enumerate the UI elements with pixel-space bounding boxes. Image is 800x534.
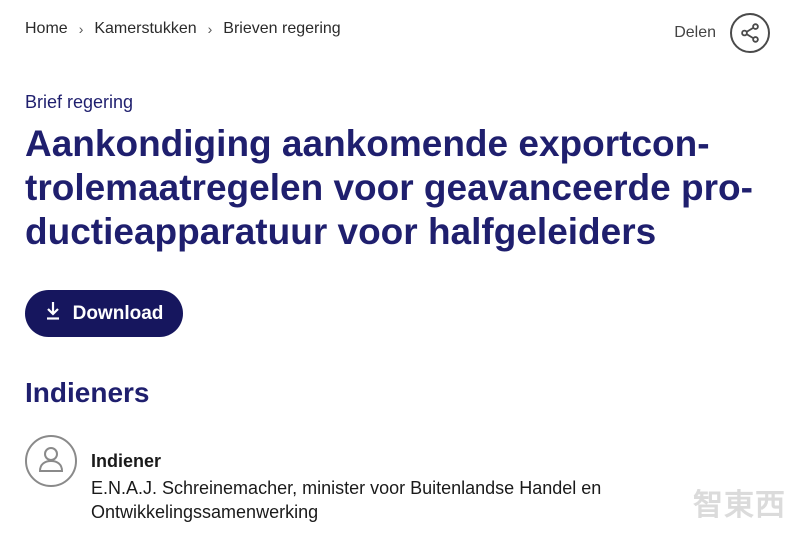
document-type-label: Brief regering — [25, 92, 134, 112]
share-label: Delen — [674, 24, 716, 41]
breadcrumb-separator: › — [78, 21, 84, 37]
breadcrumb: Home › Kamerstukken › Brieven regering — [25, 20, 341, 38]
page-title: Aankondiging aankomende exportcon- trole… — [25, 122, 785, 254]
section-heading-indieners: Indieners — [25, 377, 150, 408]
watermark-logo: 智東西 — [693, 489, 786, 522]
user-icon — [38, 445, 64, 478]
download-icon — [45, 301, 61, 327]
indiener-name-line: Ontwikkelingssamenwerking — [91, 502, 319, 522]
avatar — [25, 435, 77, 487]
indiener-name: E.N.A.J. Schreinemacher, minister voor B… — [91, 476, 691, 524]
page-title-line: ductieapparatuur voor halfgeleiders — [25, 211, 657, 252]
share-button[interactable]: Delen — [674, 13, 770, 53]
download-label: Download — [72, 302, 164, 324]
indiener-name-line: E.N.A.J. Schreinemacher, minister voor B… — [91, 478, 602, 498]
breadcrumb-kamerstukken[interactable]: Kamerstukken — [94, 20, 196, 38]
page-title-line: Aankondiging aankomende exportcon- — [25, 123, 710, 164]
download-button[interactable]: Download — [25, 290, 183, 337]
page-title-line: trolemaatregelen voor geavanceerde pro- — [25, 167, 753, 208]
breadcrumb-separator: › — [207, 21, 213, 37]
breadcrumb-home[interactable]: Home — [25, 20, 68, 38]
share-icon[interactable] — [730, 13, 770, 53]
indiener-role: Indiener — [91, 451, 162, 471]
breadcrumb-brieven-regering[interactable]: Brieven regering — [223, 20, 340, 38]
